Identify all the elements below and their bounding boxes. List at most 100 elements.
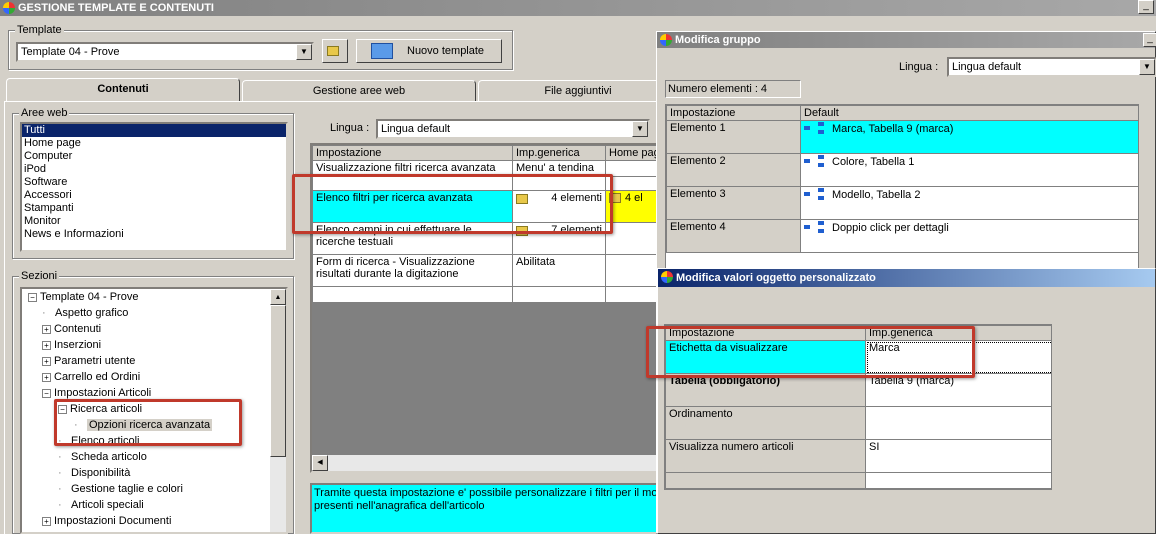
tree-item[interactable]: · Aspetto grafico <box>26 305 286 321</box>
list-item[interactable]: Accessori <box>22 189 286 202</box>
gruppo-minimize-button[interactable]: _ <box>1143 33 1156 47</box>
table-row[interactable]: Elemento 3 Modello, Tabella 2 <box>666 186 1138 220</box>
list-item[interactable]: iPod <box>22 163 286 176</box>
tree-item[interactable]: + Inserzioni <box>26 337 286 353</box>
tree-item-label: Contenuti <box>54 323 102 335</box>
expand-icon[interactable]: + <box>42 372 51 382</box>
list-item[interactable]: Software <box>22 176 286 189</box>
expand-icon[interactable]: + <box>42 324 51 334</box>
tree-connector: · <box>42 307 46 319</box>
tree-item[interactable]: · Disponibilità <box>26 465 286 481</box>
row-extra <box>605 222 658 255</box>
numero-elementi-box: Numero elementi : 4 <box>665 80 801 98</box>
tree-item[interactable]: + Impostazioni Documenti <box>26 513 286 529</box>
list-item[interactable]: Monitor <box>22 215 286 228</box>
row-name: Elemento 3 <box>666 186 801 220</box>
expand-icon[interactable]: + <box>42 356 51 366</box>
collapse-icon[interactable]: − <box>28 292 37 302</box>
tree-connector: · <box>58 467 62 479</box>
scroll-left-icon[interactable]: ◀ <box>312 455 328 471</box>
row-value: SI <box>865 439 1051 473</box>
numero-elementi-text: Numero elementi : 4 <box>668 83 768 95</box>
table-row[interactable]: Elemento 4 Doppio click per dettagli <box>666 219 1138 253</box>
collapse-icon[interactable]: − <box>42 388 51 398</box>
row-value <box>865 406 1051 440</box>
row-name: Elemento 2 <box>666 153 801 187</box>
row-value: Modello, Tabella 2 <box>832 188 921 201</box>
hierarchy-icon <box>804 221 826 235</box>
hierarchy-icon <box>804 155 826 169</box>
app-icon <box>3 2 15 14</box>
template-select[interactable]: Template 04 - Prove ▼ <box>16 42 314 62</box>
tree-item[interactable]: − Template 04 - Prove <box>26 289 286 305</box>
gruppo-header-impostazione: Impostazione <box>666 105 801 121</box>
table-row[interactable]: Elemento 2 Colore, Tabella 1 <box>666 153 1138 187</box>
new-template-icon <box>371 43 393 59</box>
modifica-oggetto-window: Modifica valori oggetto personalizzato I… <box>657 268 1156 534</box>
tree-item[interactable]: · Scheda articolo <box>26 449 286 465</box>
tree-connector: · <box>58 483 62 495</box>
tab-gestione-aree-web[interactable]: Gestione aree web <box>242 80 476 102</box>
sezioni-legend: Sezioni <box>19 270 60 282</box>
chevron-down-icon: ▼ <box>296 44 312 60</box>
new-template-label: Nuovo template <box>407 45 485 57</box>
row-value: Doppio click per dettagli <box>832 221 949 234</box>
tree-item[interactable]: · Gestione taglie e colori <box>26 481 286 497</box>
tree-item-label: Articoli speciali <box>71 499 144 511</box>
modifica-gruppo-title: Modifica gruppo <box>675 34 761 46</box>
row-value: Colore, Tabella 1 <box>832 155 915 168</box>
open-folder-button[interactable] <box>322 39 348 63</box>
tab-file-label: File aggiuntivi <box>544 85 612 97</box>
gruppo-lingua-select[interactable]: Lingua default ▼ <box>947 57 1156 77</box>
modifica-oggetto-title: Modifica valori oggetto personalizzato <box>676 272 876 284</box>
scroll-thumb[interactable] <box>270 305 286 457</box>
table-row[interactable]: Form di ricerca - Visualizzazione risult… <box>312 254 658 287</box>
tree-connector: · <box>58 499 62 511</box>
table-row <box>312 286 658 303</box>
tab-contenuti-label: Contenuti <box>97 83 149 95</box>
chevron-down-icon: ▼ <box>632 121 648 137</box>
table-row[interactable]: Visualizza numero articoli SI <box>665 439 1051 473</box>
aree-web-list[interactable]: Tutti Home page Computer iPod Software Access… <box>20 122 288 252</box>
expand-icon[interactable]: + <box>42 516 51 526</box>
row-value-cell: Marca, Tabella 9 (marca) <box>800 120 1138 154</box>
grid-header-imp-generica: Imp.generica <box>512 145 606 161</box>
list-item[interactable]: Stampanti <box>22 202 286 215</box>
list-item[interactable]: Computer <box>22 150 286 163</box>
row-extra: 4 el <box>625 192 643 204</box>
sezioni-scrollbar[interactable]: ▲ <box>270 289 286 532</box>
table-row[interactable]: Ordinamento <box>665 406 1051 440</box>
table-row[interactable]: Elemento 1 Marca, Tabella 9 (marca) <box>666 120 1138 154</box>
expand-icon[interactable]: + <box>42 340 51 350</box>
app-icon <box>660 34 672 46</box>
row-value-cell: Doppio click per dettagli <box>800 219 1138 253</box>
aree-web-legend: Aree web <box>19 107 70 119</box>
grid-header-impostazione: Impostazione <box>312 145 513 161</box>
lingua-select-value: Lingua default <box>381 123 451 135</box>
tree-item[interactable]: + Contenuti <box>26 321 286 337</box>
tree-item[interactable]: + Carrello ed Ordini <box>26 369 286 385</box>
table-row[interactable]: Tabella (obbligatorio) Tabella 9 (marca) <box>665 373 1051 407</box>
modifica-gruppo-titlebar: Modifica gruppo <box>657 32 1155 48</box>
row-name: Tabella (obbligatorio) <box>665 373 866 407</box>
list-item[interactable]: Tutti <box>22 124 286 137</box>
scroll-up-icon[interactable]: ▲ <box>270 289 286 305</box>
row-extra <box>605 176 658 191</box>
tree-item-label: Impostazioni Documenti <box>54 515 172 527</box>
row-value: Marca, Tabella 9 (marca) <box>832 122 954 135</box>
hierarchy-icon <box>804 188 826 202</box>
tree-item[interactable]: +Impostazioni... <box>26 529 286 532</box>
list-item[interactable]: News e Informazioni <box>22 228 286 241</box>
gruppo-header-default: Default <box>800 105 1138 121</box>
gruppo-grid: Impostazione Default Elemento 1 Marca, T… <box>666 105 1138 253</box>
grid-hscrollbar[interactable]: ◀ <box>312 455 658 471</box>
lingua-select[interactable]: Lingua default ▼ <box>376 119 650 139</box>
minimize-button[interactable]: _ <box>1138 0 1154 14</box>
list-item[interactable]: Home page <box>22 137 286 150</box>
tree-item[interactable]: + Parametri utente <box>26 353 286 369</box>
new-template-button[interactable]: Nuovo template <box>356 39 502 63</box>
tree-item[interactable]: · Articoli speciali <box>26 497 286 513</box>
tab-file-aggiuntivi[interactable]: File aggiuntivi <box>478 80 678 102</box>
tab-contenuti[interactable]: Contenuti <box>6 78 240 102</box>
row-name: Ordinamento <box>665 406 866 440</box>
